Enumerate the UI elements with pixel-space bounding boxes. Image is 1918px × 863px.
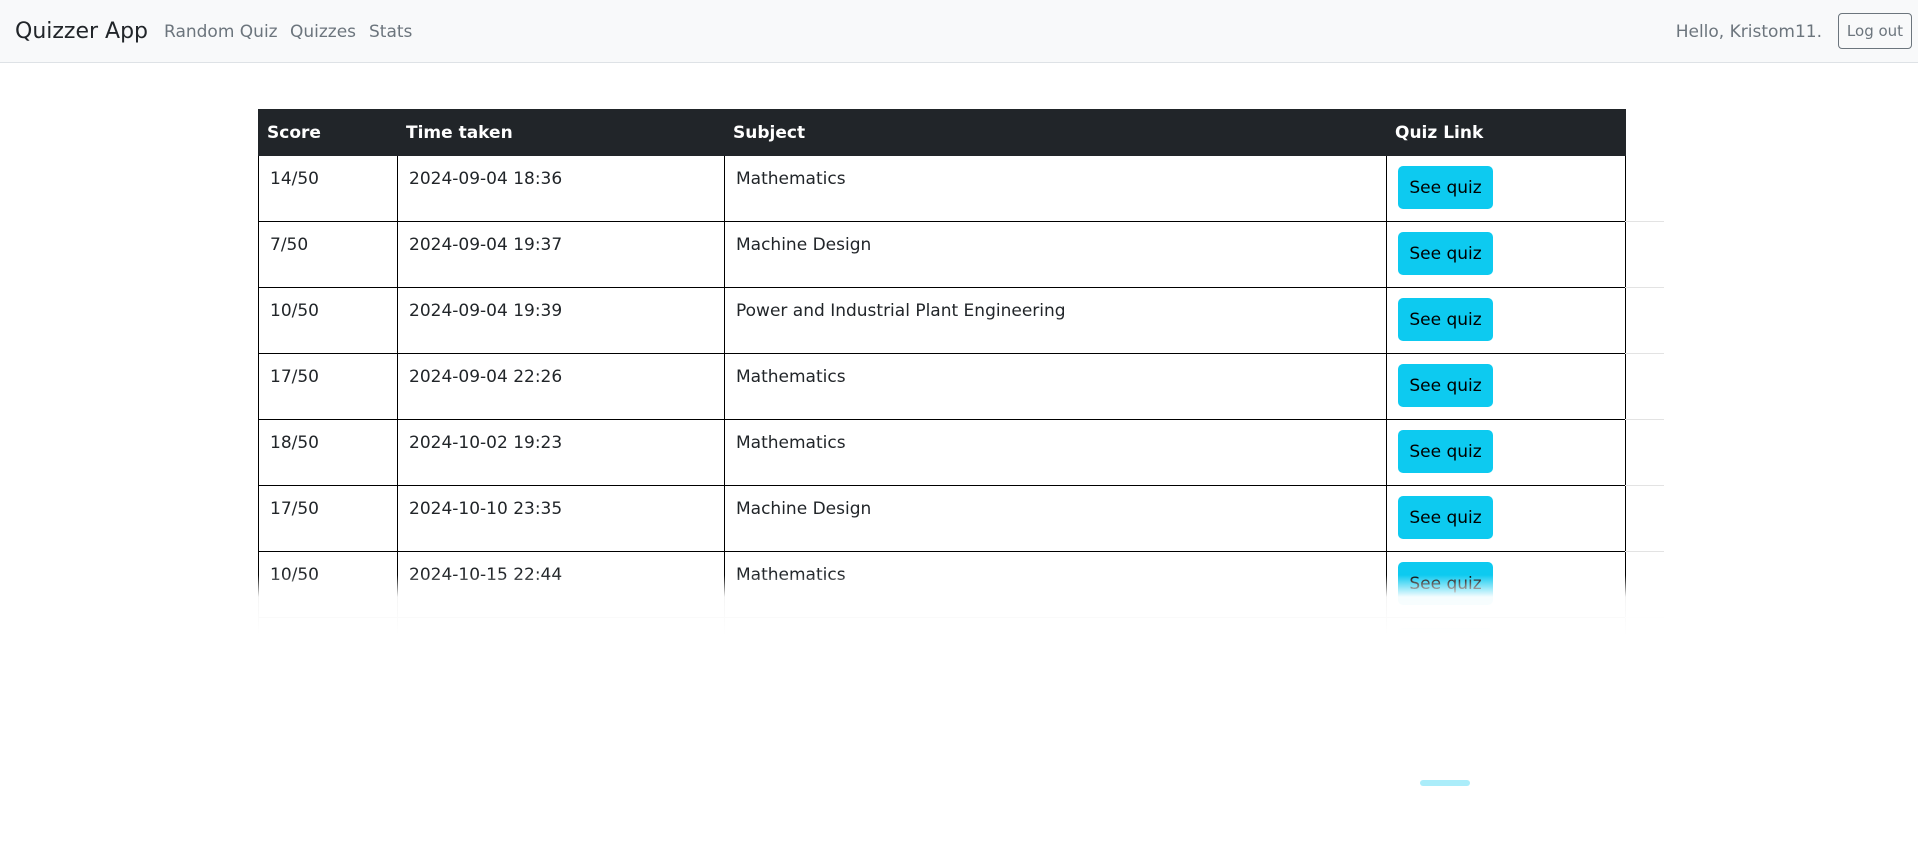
cell-subject: Mathematics xyxy=(724,419,1387,486)
see-quiz-button[interactable]: See quiz xyxy=(1398,166,1493,209)
cell-score: 7/50 xyxy=(258,221,398,288)
cell-quiz-link: See quiz xyxy=(1386,419,1626,486)
table-row: 17/50 2024-09-04 22:26 Mathematics See quiz xyxy=(258,353,1626,420)
cell-time-taken: 2024-09-04 19:39 xyxy=(397,287,725,354)
bottom-fade-overlay xyxy=(0,575,1918,863)
cell-time-taken: 2024-09-04 22:26 xyxy=(397,353,725,420)
cell-time-taken: 2024-09-04 18:36 xyxy=(397,155,725,222)
see-quiz-button[interactable]: See quiz xyxy=(1398,496,1493,539)
header-score: Score xyxy=(258,109,398,156)
header-time-taken: Time taken xyxy=(397,109,725,156)
see-quiz-button[interactable]: See quiz xyxy=(1398,364,1493,407)
cell-subject: Power and Industrial Plant Engineering xyxy=(724,287,1387,354)
table-row: 10/50 2024-09-04 19:39 Power and Industria… xyxy=(258,287,1626,354)
cell-score: 17/50 xyxy=(258,485,398,552)
cell-time-taken: 2024-10-02 19:23 xyxy=(397,419,725,486)
table-header-row: Score Time taken Subject Quiz Link xyxy=(258,109,1626,156)
cell-score: 10/50 xyxy=(258,287,398,354)
logout-button[interactable]: Log out xyxy=(1838,13,1912,49)
table-row: 14/50 2024-09-04 18:36 Mathematics See quiz xyxy=(258,155,1626,222)
table-row: 7/50 2024-09-04 19:37 Machine Design See qu… xyxy=(258,221,1626,288)
cell-quiz-link: See quiz xyxy=(1386,287,1626,354)
cell-score: 18/50 xyxy=(258,419,398,486)
cell-subject: Machine Design xyxy=(724,485,1387,552)
nav-link-random-quiz[interactable]: Random Quiz xyxy=(164,21,278,43)
see-quiz-button[interactable]: See quiz xyxy=(1398,430,1493,473)
row-divider-extension xyxy=(1625,221,1664,222)
see-quiz-button[interactable]: See quiz xyxy=(1398,298,1493,341)
brand-link[interactable]: Quizzer App xyxy=(15,18,148,46)
user-greeting: Hello, Kristom11. xyxy=(1675,22,1822,42)
row-divider-extension xyxy=(1625,485,1664,486)
row-divider-extension xyxy=(1625,551,1664,552)
top-navbar: Quizzer App Random Quiz Quizzes Stats He… xyxy=(0,0,1918,63)
cell-score: 14/50 xyxy=(258,155,398,222)
nav-link-quizzes[interactable]: Quizzes xyxy=(290,21,356,43)
cell-subject: Mathematics xyxy=(724,155,1387,222)
blurred-button-hint xyxy=(1420,780,1470,786)
header-subject: Subject xyxy=(724,109,1387,156)
cell-quiz-link: See quiz xyxy=(1386,221,1626,288)
cell-quiz-link: See quiz xyxy=(1386,353,1626,420)
cell-time-taken: 2024-09-04 19:37 xyxy=(397,221,725,288)
cell-quiz-link: See quiz xyxy=(1386,485,1626,552)
row-divider-extension xyxy=(1625,353,1664,354)
row-divider-extension xyxy=(1625,287,1664,288)
table-row: 18/50 2024-10-02 19:23 Mathematics See quiz xyxy=(258,419,1626,486)
cell-quiz-link: See quiz xyxy=(1386,155,1626,222)
cell-subject: Mathematics xyxy=(724,353,1387,420)
cell-time-taken: 2024-10-10 23:35 xyxy=(397,485,725,552)
cell-score: 17/50 xyxy=(258,353,398,420)
cell-subject: Machine Design xyxy=(724,221,1387,288)
table-row: 17/50 2024-10-10 23:35 Machine Design See q… xyxy=(258,485,1626,552)
header-quiz-link: Quiz Link xyxy=(1386,109,1626,156)
nav-link-stats[interactable]: Stats xyxy=(369,21,412,43)
see-quiz-button[interactable]: See quiz xyxy=(1398,232,1493,275)
row-divider-extension xyxy=(1625,419,1664,420)
